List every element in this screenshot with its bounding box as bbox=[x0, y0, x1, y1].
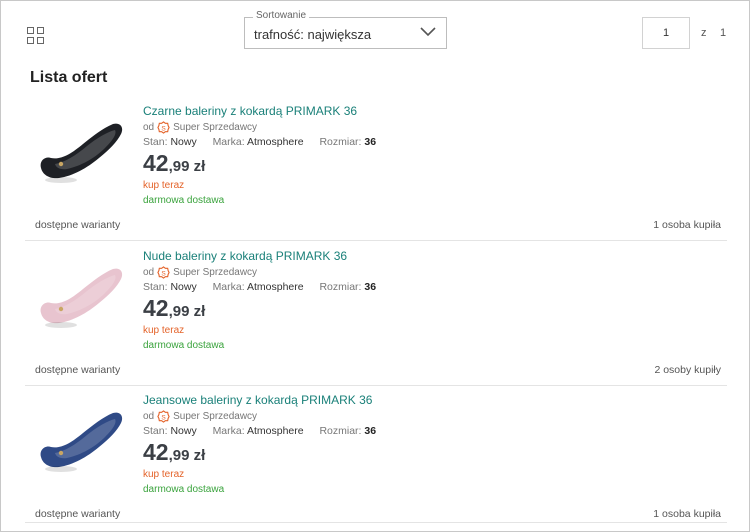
size-label: Rozmiar: bbox=[319, 425, 362, 437]
seller-prefix: od bbox=[143, 122, 155, 133]
offer-attributes: Stan: Nowy Marka: Atmosphere Rozmiar: 36 bbox=[143, 281, 376, 293]
condition-value: Nowy bbox=[170, 425, 197, 437]
buyers-count: 2 osoby kupiły bbox=[654, 364, 721, 376]
brand-value: Atmosphere bbox=[247, 425, 304, 437]
variants-link[interactable]: dostępne warianty bbox=[35, 508, 120, 520]
offer-title-link[interactable]: Nude baleriny z kokardą PRIMARK 36 bbox=[143, 249, 347, 263]
condition-label: Stan: bbox=[143, 425, 168, 437]
offer-title-link[interactable]: Czarne baleriny z kokardą PRIMARK 36 bbox=[143, 104, 357, 118]
variants-link[interactable]: dostępne warianty bbox=[35, 219, 120, 231]
seller-info: od S Super Sprzedawcy bbox=[143, 266, 257, 279]
offer-item: Czarne baleriny z kokardą PRIMARK 36 od … bbox=[25, 96, 727, 241]
offer-list-panel: Sortowanie trafność: największa 1 z 1 Li… bbox=[0, 0, 750, 532]
size-value: 36 bbox=[364, 425, 377, 437]
seller-prefix: od bbox=[143, 411, 155, 422]
svg-text:S: S bbox=[161, 270, 166, 277]
price-integer: 42 bbox=[143, 439, 169, 465]
offer-title-link[interactable]: Jeansowe baleriny z kokardą PRIMARK 36 bbox=[143, 393, 372, 407]
buyers-count: 1 osoba kupiła bbox=[653, 219, 721, 231]
free-shipping-label: darmowa dostawa bbox=[143, 340, 225, 351]
buyers-count: 1 osoba kupiła bbox=[653, 508, 721, 520]
buy-now-label: kup teraz bbox=[143, 180, 185, 191]
free-shipping-label: darmowa dostawa bbox=[143, 484, 225, 495]
condition-label: Stan: bbox=[143, 136, 168, 148]
brand-label: Marka: bbox=[212, 281, 245, 293]
page-total: 1 bbox=[720, 27, 727, 39]
super-seller-badge-icon: S bbox=[157, 266, 170, 279]
seller-name: Super Sprzedawcy bbox=[173, 411, 258, 422]
brand-label: Marka: bbox=[212, 136, 245, 148]
seller-name: Super Sprzedawcy bbox=[173, 267, 258, 278]
chevron-down-icon bbox=[420, 27, 436, 37]
page-title: Lista ofert bbox=[30, 69, 108, 86]
page-number-input[interactable]: 1 bbox=[642, 17, 690, 49]
price-integer: 42 bbox=[143, 295, 169, 321]
buy-now-label: kup teraz bbox=[143, 469, 185, 480]
product-image[interactable] bbox=[31, 106, 127, 202]
size-label: Rozmiar: bbox=[319, 136, 362, 148]
sort-select[interactable]: Sortowanie trafność: największa bbox=[244, 10, 447, 49]
seller-name: Super Sprzedawcy bbox=[173, 122, 258, 133]
svg-text:S: S bbox=[161, 414, 166, 421]
offer-price: 42,99 zł bbox=[143, 295, 205, 322]
svg-text:S: S bbox=[161, 125, 166, 132]
offer-price: 42,99 zł bbox=[143, 150, 205, 177]
brand-value: Atmosphere bbox=[247, 281, 304, 293]
offer-price: 42,99 zł bbox=[143, 439, 205, 466]
brand-label: Marka: bbox=[212, 425, 245, 437]
price-integer: 42 bbox=[143, 150, 169, 176]
price-fraction: ,99 zł bbox=[168, 447, 206, 464]
sort-legend: Sortowanie bbox=[253, 10, 310, 21]
variants-link[interactable]: dostępne warianty bbox=[35, 364, 120, 376]
condition-label: Stan: bbox=[143, 281, 168, 293]
free-shipping-label: darmowa dostawa bbox=[143, 195, 225, 206]
size-value: 36 bbox=[364, 281, 377, 293]
offer-item: Jeansowe baleriny z kokardą PRIMARK 36 o… bbox=[25, 385, 727, 523]
super-seller-badge-icon: S bbox=[157, 410, 170, 423]
page-of-label: z bbox=[701, 27, 707, 39]
offer-attributes: Stan: Nowy Marka: Atmosphere Rozmiar: 36 bbox=[143, 136, 376, 148]
brand-value: Atmosphere bbox=[247, 136, 304, 148]
seller-prefix: od bbox=[143, 267, 155, 278]
price-fraction: ,99 zł bbox=[168, 303, 206, 320]
super-seller-badge-icon: S bbox=[157, 121, 170, 134]
offer-item: Nude baleriny z kokardą PRIMARK 36 od S … bbox=[25, 241, 727, 386]
product-image[interactable] bbox=[31, 251, 127, 347]
offer-attributes: Stan: Nowy Marka: Atmosphere Rozmiar: 36 bbox=[143, 425, 376, 437]
sort-value: trafność: największa bbox=[254, 27, 372, 42]
condition-value: Nowy bbox=[170, 281, 197, 293]
seller-info: od S Super Sprzedawcy bbox=[143, 410, 257, 423]
size-value: 36 bbox=[364, 136, 377, 148]
grid-view-icon[interactable] bbox=[27, 27, 44, 44]
price-fraction: ,99 zł bbox=[168, 158, 206, 175]
buy-now-label: kup teraz bbox=[143, 325, 185, 336]
condition-value: Nowy bbox=[170, 136, 197, 148]
product-image[interactable] bbox=[31, 395, 127, 491]
size-label: Rozmiar: bbox=[319, 281, 362, 293]
seller-info: od S Super Sprzedawcy bbox=[143, 121, 257, 134]
